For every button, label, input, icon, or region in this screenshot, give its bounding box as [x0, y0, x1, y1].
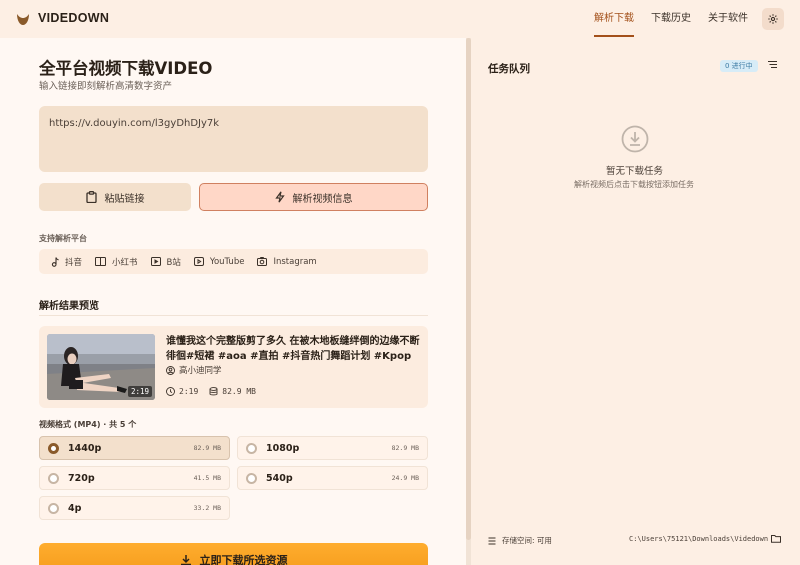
format-quality: 1440p — [68, 442, 102, 454]
clock-icon — [166, 387, 175, 396]
queue-panel — [471, 38, 800, 565]
empty-state-title: 暂无下载任务 — [606, 166, 664, 177]
list-icon[interactable] — [767, 60, 778, 69]
platform-item-xiaohongshu: 小红书 — [95, 256, 138, 268]
video-result-card: 2:19 谁懂我这个完整版剪了多久 在被木地板缝绊倒的边缘不断徘徊#短裙 #ao… — [39, 326, 428, 408]
radio-unselected[interactable] — [246, 472, 257, 484]
parse-video-button[interactable]: 解析视频信息 — [199, 183, 428, 211]
format-option-1440p[interactable]: 1440p 82.9 MB — [39, 436, 230, 460]
platform-item-bilibili: B站 — [150, 256, 181, 268]
nav-tab-history[interactable]: 下载历史 — [651, 0, 691, 38]
user-icon — [166, 365, 175, 375]
format-size: 41.5 MB — [193, 474, 221, 482]
radio-unselected[interactable] — [48, 502, 59, 514]
logo-icon — [17, 14, 29, 25]
duration-badge: 2:19 — [127, 386, 152, 397]
download-selected-label: 立即下载所选资源 — [199, 554, 288, 565]
format-option-720p[interactable]: 720p 41.5 MB — [39, 466, 230, 490]
queue-status-badge: 0 进行中 — [720, 60, 758, 72]
format-option-4p[interactable]: 4p 33.2 MB — [39, 496, 230, 520]
url-input[interactable]: https://v.douyin.com/l3gyDhDJy7k — [39, 106, 428, 172]
video-meta: 2:19 82.9 MB — [166, 387, 256, 396]
radio-selected[interactable] — [48, 442, 59, 454]
result-section-title: 解析结果预览 — [39, 301, 99, 312]
divider — [39, 315, 428, 316]
clipboard-icon — [85, 191, 97, 203]
download-path: C:\Users\75121\Downloads\Videdown — [629, 535, 769, 543]
format-quality: 1080p — [266, 442, 300, 454]
video-title: 谁懂我这个完整版剪了多久 在被木地板缝绊倒的边缘不断徘徊#短裙 #aoa #直拍… — [166, 336, 420, 362]
format-size: 82.9 MB — [391, 444, 419, 452]
queue-title: 任务队列 — [488, 63, 530, 75]
book-icon — [95, 257, 107, 266]
format-size: 33.2 MB — [193, 504, 221, 512]
nav-tab-parse[interactable]: 解析下载 — [594, 0, 634, 38]
music-note-icon — [51, 256, 59, 267]
author-name: 高小迪同学 — [179, 366, 222, 376]
storage-label: 存储空间: 可用 — [502, 536, 552, 545]
video-author: 高小迪同学 — [166, 364, 222, 376]
video-duration: 2:19 — [179, 387, 199, 396]
radio-unselected[interactable] — [246, 442, 257, 454]
format-option-1080p[interactable]: 1080p 82.9 MB — [237, 436, 428, 460]
app-header: VIDEDOWN 解析下载 下载历史 关于软件 — [0, 0, 800, 38]
platform-label: YouTube — [209, 256, 245, 267]
camera-icon — [257, 257, 268, 266]
platform-label: 小红书 — [112, 257, 138, 268]
paste-link-button[interactable]: 粘贴链接 — [39, 183, 191, 211]
lightning-icon — [274, 191, 285, 203]
platform-item-instagram: Instagram — [257, 256, 317, 267]
platforms-label: 支持解析平台 — [39, 234, 87, 243]
platform-label: B站 — [166, 257, 181, 268]
page-subtitle: 输入链接即刻解析高清数字资产 — [39, 81, 173, 92]
radio-unselected[interactable] — [48, 472, 59, 484]
paste-link-label: 粘贴链接 — [104, 193, 145, 205]
platform-list: 抖音 小红书 B站 YouTube Instagram — [39, 249, 428, 274]
format-quality: 540p — [266, 472, 293, 484]
formats-label: 视频格式 (MP4) · 共 5 个 — [39, 420, 137, 429]
platform-label: 抖音 — [65, 257, 83, 268]
storage-status: 存储空间: 可用 — [488, 535, 552, 546]
video-thumbnail[interactable]: 2:19 — [47, 334, 155, 400]
format-option-540p[interactable]: 540p 24.9 MB — [237, 466, 428, 490]
tv-icon — [150, 257, 161, 266]
download-selected-button[interactable]: 立即下载所选资源 — [39, 543, 428, 565]
video-size: 82.9 MB — [222, 387, 256, 396]
format-quality: 4p — [68, 502, 82, 514]
format-size: 82.9 MB — [193, 444, 221, 452]
storage-icon — [488, 537, 496, 544]
folder-icon[interactable] — [771, 534, 781, 543]
download-icon — [180, 555, 191, 565]
platform-label: Instagram — [273, 256, 317, 267]
format-size: 24.9 MB — [391, 474, 419, 482]
play-icon — [193, 257, 204, 266]
format-quality: 720p — [68, 472, 95, 484]
app-name: VIDEDOWN — [38, 11, 110, 25]
database-icon — [209, 387, 218, 396]
download-circle-icon — [621, 125, 649, 153]
empty-state-description: 解析视频后点击下载按钮添加任务 — [574, 180, 694, 189]
platform-item-youtube: YouTube — [193, 256, 245, 267]
nav-tab-about[interactable]: 关于软件 — [708, 0, 748, 38]
settings-button[interactable] — [762, 8, 784, 30]
parse-video-label: 解析视频信息 — [292, 193, 353, 205]
page-title: 全平台视频下载VIDEO — [39, 59, 213, 78]
platform-item-douyin: 抖音 — [51, 256, 82, 268]
gear-icon — [768, 14, 778, 24]
top-nav: 解析下载 下载历史 关于软件 — [577, 0, 748, 38]
